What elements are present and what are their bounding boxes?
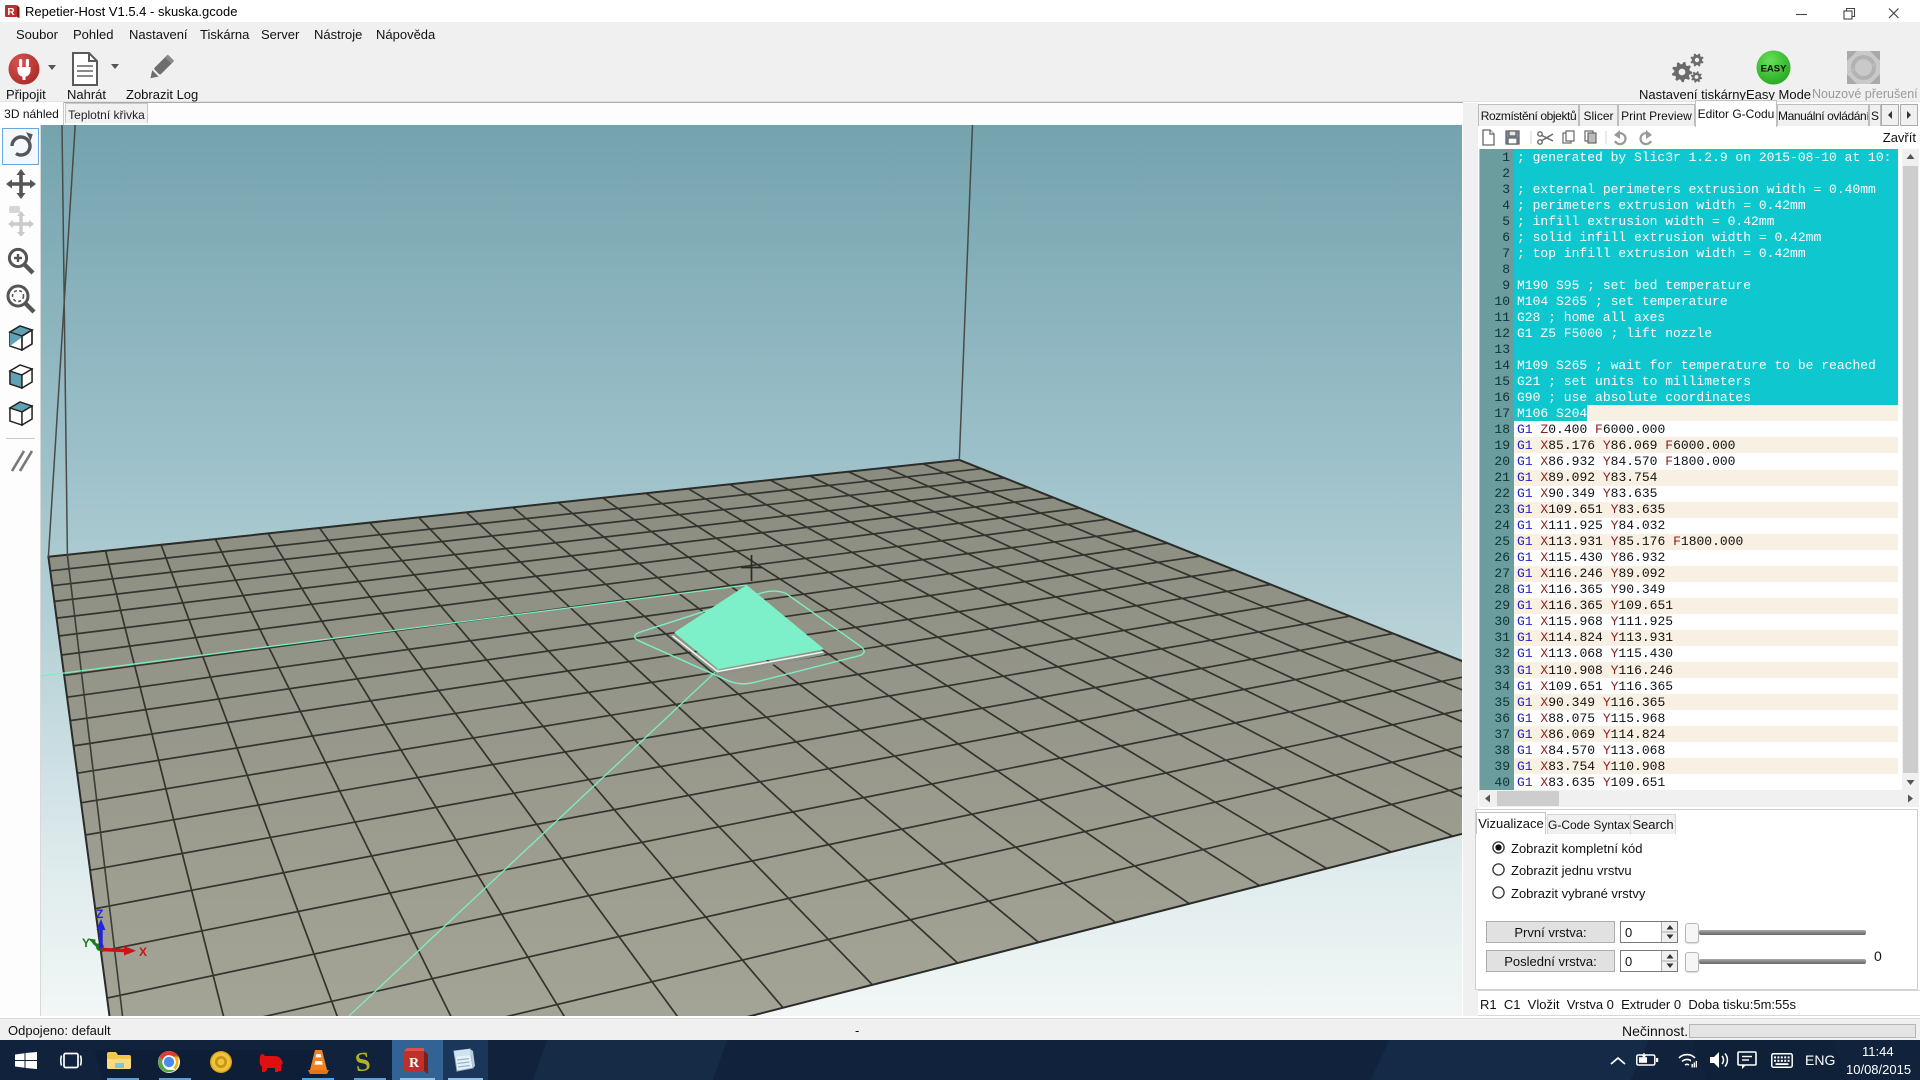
svg-text:R: R — [409, 1056, 420, 1071]
svg-text:Z: Z — [96, 907, 103, 921]
svg-text:Y: Y — [82, 936, 90, 950]
svg-text:EASY: EASY — [1761, 64, 1788, 75]
svg-text:X: X — [139, 945, 147, 959]
svg-text:R: R — [7, 7, 15, 18]
